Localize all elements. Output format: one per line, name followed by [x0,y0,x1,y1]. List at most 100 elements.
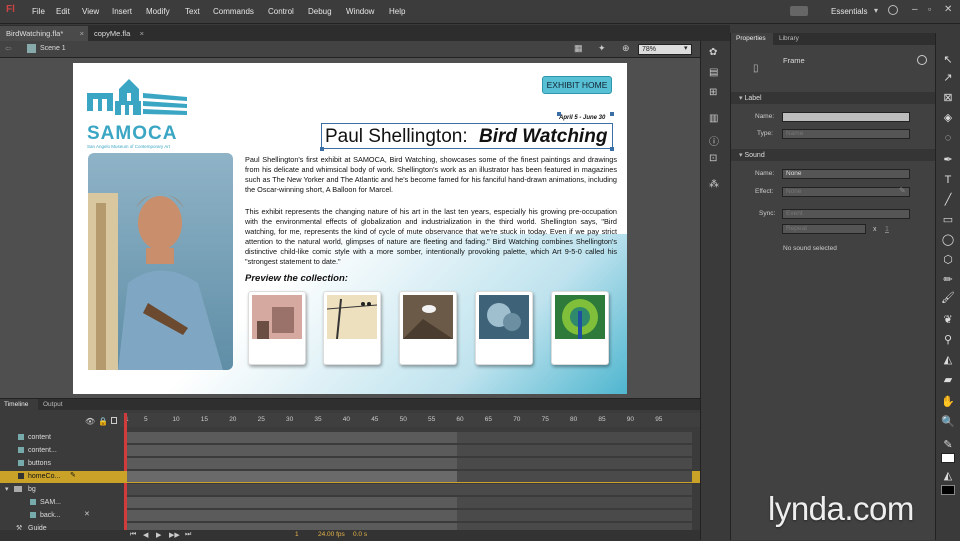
frame-span[interactable] [127,471,457,482]
paint-bucket-icon[interactable]: ◭ [941,353,955,367]
frame-span[interactable] [127,484,457,495]
fill-color-swatch[interactable] [941,485,955,495]
rectangle-tool-icon[interactable]: ▭ [941,213,955,227]
text-tool-icon[interactable]: T [941,173,955,187]
close-tab-icon[interactable]: × [80,29,84,38]
menu-debug[interactable]: Debug [308,7,332,16]
menu-modify[interactable]: Modify [146,7,170,16]
transform-grid-icon[interactable]: ⊡ [709,153,717,164]
maximize-icon[interactable]: ▫ [928,4,931,14]
pencil-icon[interactable]: ✎ [899,186,906,195]
menu-text[interactable]: Text [185,7,200,16]
prev-frame-icon[interactable]: ◀ [143,531,148,539]
close-icon[interactable]: ✕ [944,4,952,15]
selection-handle[interactable] [557,112,561,116]
subselection-tool-icon[interactable]: ↗ [941,71,955,85]
hidden-x-icon[interactable]: ✕ [84,510,90,518]
3d-rotation-tool-icon[interactable]: ◈ [941,111,955,125]
back-arrow-icon[interactable]: ⇦ [5,44,12,53]
empty-frames[interactable] [457,471,692,482]
outline-icon[interactable] [111,417,117,424]
empty-frames[interactable] [457,510,692,521]
stroke-color-icon[interactable]: ✎ [941,438,955,452]
layer-row[interactable]: SAM... [0,497,700,509]
frame-span[interactable] [127,445,457,456]
line-tool-icon[interactable]: ╱ [941,193,955,207]
next-frame-icon[interactable]: ▶▶ [169,531,180,539]
search-icon[interactable] [888,5,898,15]
tab-library[interactable]: Library [779,35,799,42]
collection-thumbnail[interactable] [475,291,533,365]
menu-control[interactable]: Control [268,7,294,16]
polystar-tool-icon[interactable]: ⬡ [941,253,955,267]
tab-properties[interactable]: Properties [731,33,773,45]
edit-symbols-icon[interactable]: ✦ [598,43,606,54]
oval-tool-icon[interactable]: ◯ [941,233,955,247]
bone-tool-icon[interactable]: ⚲ [941,333,955,347]
align-icon[interactable]: ⊞ [709,87,717,98]
eraser-tool-icon[interactable]: ▰ [941,373,955,387]
pen-tool-icon[interactable]: ✒ [941,153,955,167]
layer-row[interactable]: content... [0,445,700,457]
sound-section-header[interactable]: ▾ Sound [731,149,936,161]
empty-frames[interactable] [457,484,692,495]
layer-row[interactable]: buttons [0,458,700,470]
frame-rate[interactable]: 24.00 fps [318,531,345,538]
label-name-input[interactable] [782,112,910,122]
menu-file[interactable]: File [32,7,45,16]
stage[interactable]: SAMOCA San Angelo Museum of Contemporary… [73,63,627,394]
frame-span[interactable] [127,497,457,508]
selection-handle[interactable] [610,147,614,151]
tab-timeline[interactable]: Timeline [0,399,38,410]
selection-handle[interactable] [610,112,614,116]
show-hide-icon[interactable]: 👁 [85,417,95,426]
play-icon[interactable]: ▶ [156,531,161,539]
free-transform-tool-icon[interactable]: ⊠ [941,91,955,105]
empty-frames[interactable] [457,497,692,508]
frame-span[interactable] [127,458,457,469]
frame-ruler[interactable]: 15101520253035404550556065707580859095 [120,413,700,427]
components-icon[interactable]: ⁂ [709,179,719,190]
center-stage-icon[interactable]: ⊕ [622,43,630,54]
edit-scene-icon[interactable]: ▦ [574,43,583,54]
minimize-icon[interactable]: – [912,4,918,15]
label-type-select[interactable]: Name [782,129,910,139]
workspace-switcher[interactable]: Essentials [831,7,867,16]
empty-frames[interactable] [457,458,692,469]
sound-name-select[interactable]: None [782,169,910,179]
hand-tool-icon[interactable]: ✋ [941,395,955,409]
menu-insert[interactable]: Insert [112,7,132,16]
selection-tool-icon[interactable]: ↖ [941,53,955,67]
deco-tool-icon[interactable]: ❦ [941,313,955,327]
label-section-header[interactable]: ▾ Label [731,92,936,104]
repeat-count[interactable]: 1 [885,226,889,233]
empty-frames[interactable] [457,445,692,456]
stroke-color-swatch[interactable] [941,453,955,463]
swatches-icon[interactable]: ▤ [709,67,718,78]
selection-handle[interactable] [320,147,324,151]
last-frame-icon[interactable]: ⏭ [185,531,191,539]
effect-select[interactable]: None [782,187,910,197]
pencil-tool-icon[interactable]: ✏ [941,273,955,287]
exhibit-home-button[interactable]: EXHIBIT HOME [542,76,612,94]
frame-span[interactable] [127,432,457,443]
layer-row-selected[interactable]: homeCo... ✎ [0,471,700,483]
empty-frames[interactable] [457,432,692,443]
zoom-tool-icon[interactable]: 🔍 [941,415,955,429]
color-icon[interactable]: ✿ [709,47,717,58]
tab-copyme[interactable]: copyMe.fla × [88,26,148,41]
layer-row[interactable]: ▾ bg [0,484,700,496]
tab-birdwatching[interactable]: BirdWatching.fla* × [0,26,88,41]
current-frame[interactable]: 1 [295,531,299,538]
sync-select[interactable]: Event [782,209,910,219]
menu-view[interactable]: View [82,7,99,16]
lock-icon[interactable]: 🔒 [98,417,108,426]
menu-window[interactable]: Window [346,7,374,16]
menu-edit[interactable]: Edit [56,7,70,16]
brush-tool-icon[interactable]: 🖌 [941,291,955,305]
first-frame-icon[interactable]: ⏮ [130,531,136,539]
collection-thumbnail[interactable] [248,291,306,365]
info-icon[interactable]: ⓘ [709,133,719,148]
help-icon[interactable] [917,55,927,65]
collection-thumbnail[interactable] [323,291,381,365]
